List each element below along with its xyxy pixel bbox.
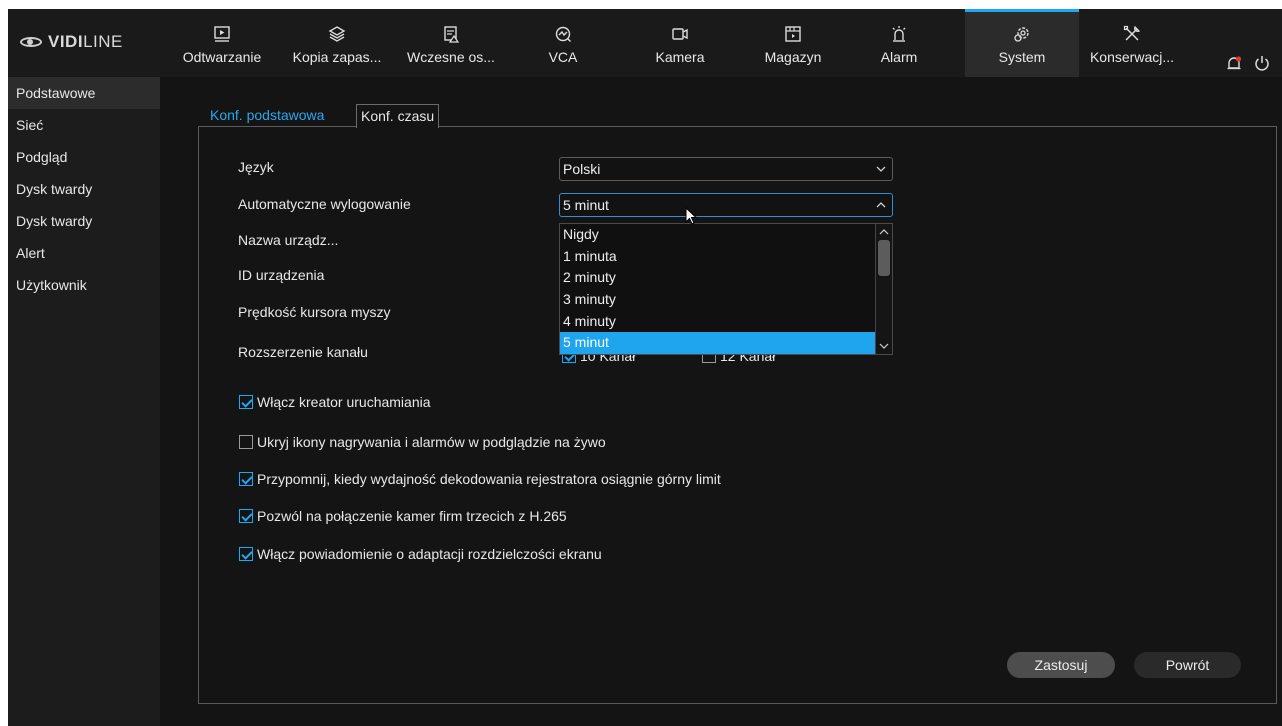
autologout-select[interactable]: 5 minut <box>559 193 893 217</box>
vca-analytics-icon <box>554 25 572 43</box>
playback-icon <box>213 25 231 43</box>
nav-item-backup[interactable]: Kopia zapas... <box>282 9 392 77</box>
checkbox-label: Włącz powiadomienie o adaptacji rozdziel… <box>257 546 602 562</box>
main-content: Konf. podstawowa Konf. czasu Język Polsk… <box>160 77 1282 726</box>
nav-label: System <box>998 49 1046 65</box>
nav-label: Alarm <box>880 49 918 65</box>
nav-item-maintenance[interactable]: Konserwacj... <box>1082 9 1182 77</box>
dropdown-option[interactable]: 3 minuty <box>560 289 876 311</box>
mouse-cursor-icon <box>685 207 698 225</box>
hide-record-icons-checkbox[interactable]: Ukryj ikony nagrywania i alarmów w podgl… <box>239 434 606 450</box>
chevron-down-icon <box>876 166 886 172</box>
maintenance-tools-icon <box>1123 25 1141 43</box>
checkbox-box <box>239 395 253 409</box>
dropdown-option[interactable]: Nigdy <box>560 224 876 246</box>
alarm-siren-icon <box>890 25 908 43</box>
tab-time-config[interactable]: Konf. czasu <box>356 104 440 128</box>
nav-label: Kamera <box>655 49 705 65</box>
dropdown-option[interactable]: 1 minuta <box>560 246 876 268</box>
brand-logo: VIDILINE <box>20 31 160 53</box>
dropdown-scrollbar[interactable] <box>875 224 892 354</box>
chevron-up-icon <box>876 202 886 208</box>
startup-wizard-checkbox[interactable]: Włącz kreator uruchamiania <box>239 394 431 410</box>
resolution-notify-checkbox[interactable]: Włącz powiadomienie o adaptacji rozdziel… <box>239 546 602 562</box>
checkbox-box <box>239 547 253 561</box>
dropdown-option[interactable]: 4 minuty <box>560 311 876 333</box>
h265-third-party-checkbox[interactable]: Pozwól na połączenie kamer firm trzecich… <box>239 508 567 524</box>
back-button[interactable]: Powrót <box>1134 652 1241 678</box>
nav-item-alarm[interactable]: Alarm <box>864 9 934 77</box>
checkbox-label: Włącz kreator uruchamiania <box>257 394 431 410</box>
mouse-speed-label: Prędkość kursora myszy <box>238 304 391 320</box>
dropdown-option[interactable]: 2 minuty <box>560 267 876 289</box>
system-gear-icon <box>1013 25 1031 43</box>
nav-label: Odtwarzanie <box>182 49 262 65</box>
channel-extension-label: Rozszerzenie kanału <box>238 344 368 360</box>
app-window: VIDILINE Odtwarzanie Kopia zapas... Wcze… <box>8 9 1282 726</box>
autologout-value: 5 minut <box>563 197 609 213</box>
nav-label: VCA <box>548 49 578 65</box>
checkbox-box <box>239 435 253 449</box>
sidebar: Podstawowe Sieć Podgląd Dysk twardy Dysk… <box>8 77 160 726</box>
decode-limit-reminder-checkbox[interactable]: Przypomnij, kiedy wydajność dekodowania … <box>239 471 721 487</box>
language-value: Polski <box>563 161 601 177</box>
nav-item-early-warning[interactable]: Wczesne os... <box>396 9 506 77</box>
nav-label: Magazyn <box>764 49 822 65</box>
scroll-up-icon[interactable] <box>879 228 889 236</box>
checkbox-box <box>239 509 253 523</box>
nav-item-storage[interactable]: Magazyn <box>748 9 838 77</box>
nav-label: Konserwacj... <box>1089 49 1175 65</box>
storage-icon <box>784 25 802 43</box>
notification-bell-icon[interactable] <box>1226 56 1242 72</box>
scroll-down-icon[interactable] <box>879 342 889 350</box>
backup-layers-icon <box>328 25 346 43</box>
nav-item-camera[interactable]: Kamera <box>640 9 720 77</box>
scrollbar-thumb[interactable] <box>878 240 890 276</box>
camera-icon <box>671 25 689 43</box>
checkbox-label: Pozwól na połączenie kamer firm trzecich… <box>257 508 567 524</box>
sidebar-item-hard-disk-2[interactable]: Dysk twardy <box>8 205 160 237</box>
device-id-label: ID urządzenia <box>238 267 325 283</box>
nav-item-system[interactable]: System <box>965 9 1079 77</box>
power-icon[interactable] <box>1254 55 1270 71</box>
dropdown-option-selected[interactable]: 5 minut <box>560 332 876 354</box>
warning-document-icon <box>442 25 460 43</box>
device-name-label: Nazwa urządz... <box>238 232 339 248</box>
sidebar-item-alert[interactable]: Alert <box>8 237 160 269</box>
sidebar-item-preview[interactable]: Podgląd <box>8 141 160 173</box>
nav-label: Kopia zapas... <box>292 49 382 65</box>
sidebar-item-basic[interactable]: Podstawowe <box>8 77 160 109</box>
nav-item-playback[interactable]: Odtwarzanie <box>172 9 272 77</box>
sidebar-item-hard-disk[interactable]: Dysk twardy <box>8 173 160 205</box>
language-label: Język <box>238 159 274 175</box>
eye-logo-icon <box>20 37 42 47</box>
brand-name: VIDILINE <box>48 32 123 51</box>
autologout-dropdown-list: Nigdy 1 minuta 2 minuty 3 minuty 4 minut… <box>559 223 893 355</box>
checkbox-label: Przypomnij, kiedy wydajność dekodowania … <box>257 471 721 487</box>
autologout-label: Automatyczne wylogowanie <box>238 196 411 212</box>
nav-label: Wczesne os... <box>407 49 495 65</box>
apply-button[interactable]: Zastosuj <box>1007 652 1115 678</box>
nav-item-vca[interactable]: VCA <box>528 9 598 77</box>
top-navigation-bar: VIDILINE Odtwarzanie Kopia zapas... Wcze… <box>8 9 1282 77</box>
checkbox-box <box>239 472 253 486</box>
language-select[interactable]: Polski <box>559 157 893 181</box>
checkbox-label: Ukryj ikony nagrywania i alarmów w podgl… <box>257 434 606 450</box>
tab-basic-config[interactable]: Konf. podstawowa <box>206 104 328 128</box>
sidebar-item-user[interactable]: Użytkownik <box>8 269 160 301</box>
sidebar-item-network[interactable]: Sieć <box>8 109 160 141</box>
